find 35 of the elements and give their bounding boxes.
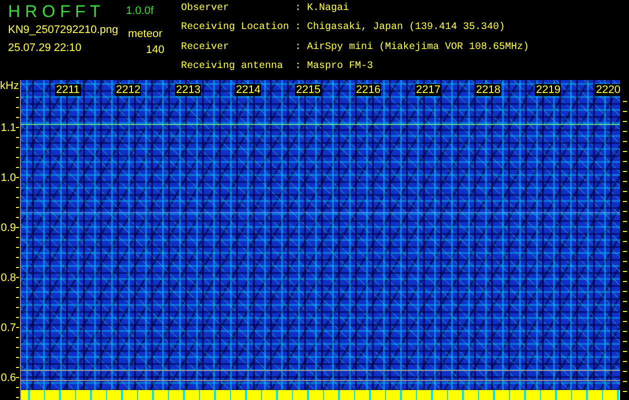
time-label: 2214: [235, 84, 262, 96]
axis-label: 0.6: [0, 372, 16, 384]
info-separator: :: [295, 22, 302, 36]
mode-label: meteor: [128, 28, 164, 36]
info-separator: :: [295, 60, 302, 74]
time-label: 2220: [595, 84, 620, 96]
info-label: Observer: [181, 3, 230, 16]
filename-label: KN9_2507292210.png: [8, 24, 120, 36]
info-value: Chigasaki, Japan (139.414 35.340): [307, 22, 506, 36]
version-label: 1.0.0f: [126, 5, 155, 19]
info-label: Receiver: [181, 42, 230, 54]
axis-label: 0.9: [0, 222, 16, 234]
time-label: 2219: [535, 84, 562, 96]
time-label: 2216: [355, 84, 382, 96]
count-label: 140: [146, 44, 166, 52]
timestamp-label: 25.07.29 22:10: [8, 42, 82, 52]
time-label: 2212: [115, 84, 142, 96]
info-separator: :: [295, 42, 302, 54]
info-value: Maspro FM-3: [307, 60, 374, 74]
time-label: 2217: [415, 84, 442, 96]
info-label: Receiving antenna: [181, 60, 284, 74]
time-label: 2215: [295, 84, 322, 96]
time-label: 2211: [55, 84, 81, 96]
axis-unit: kHz: [0, 80, 19, 92]
info-label: Receiving Location: [181, 22, 290, 36]
axis-label: 1.1: [0, 122, 16, 134]
info-value: AirSpy mini (Miakejima VOR 108.65MHz): [307, 42, 530, 54]
app-title: H R O F F T: [8, 2, 102, 22]
time-label: 2218: [475, 84, 502, 96]
time-label: 2213: [175, 84, 202, 96]
axis-label: 1.0: [0, 172, 16, 184]
info-value: K.Nagai: [307, 3, 350, 16]
axis-label: 0.7: [0, 322, 16, 334]
info-separator: :: [295, 3, 302, 16]
axis-label: 0.8: [0, 272, 16, 284]
